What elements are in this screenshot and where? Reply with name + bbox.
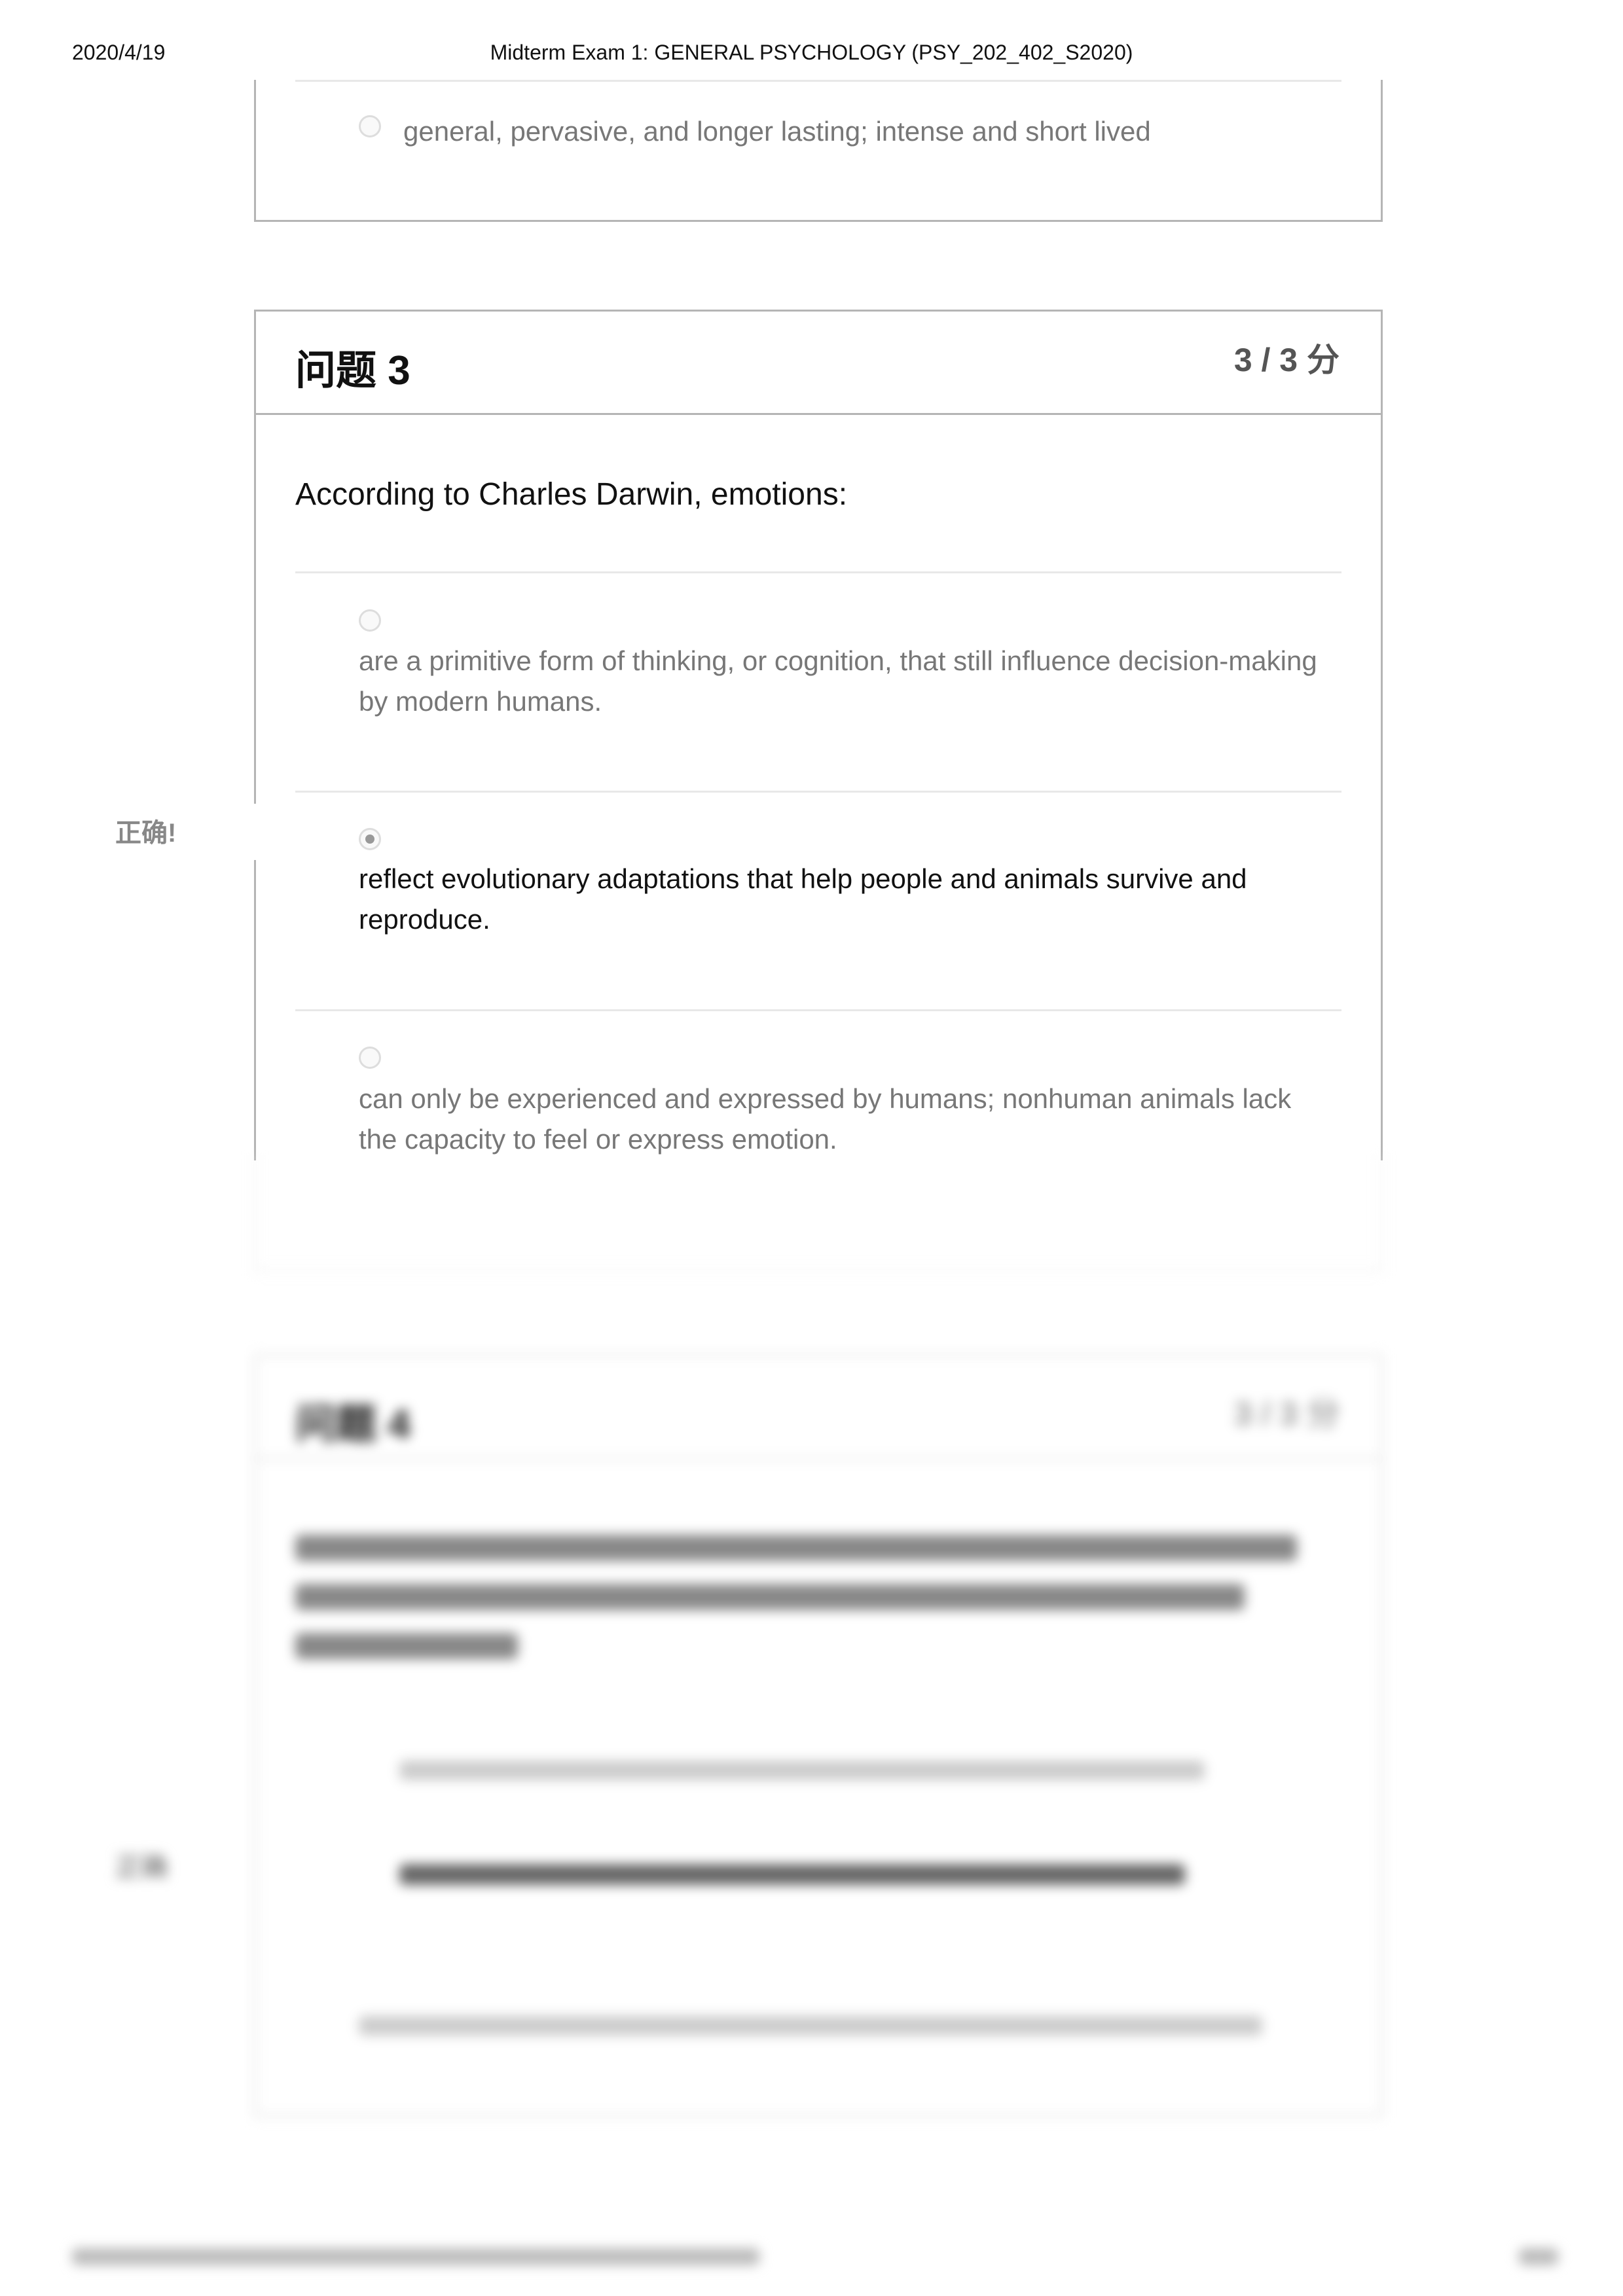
header-divider (256, 413, 1381, 415)
answer-option-correct: reflect evolutionary adaptations that he… (359, 863, 1247, 935)
correct-label: 正确! (115, 819, 177, 848)
question-score: 3 / 3 分 (1233, 1395, 1340, 1432)
divider (295, 1009, 1341, 1011)
header-divider (256, 1458, 1381, 1460)
question-text-line (295, 1584, 1245, 1610)
answer-option: can only be experienced and expressed by… (359, 1083, 1292, 1155)
answer-radio[interactable] (359, 609, 381, 632)
card-bottom-blurred (254, 1155, 1383, 1272)
question-text: According to Charles Darwin, emotions: (295, 477, 848, 512)
question-text-line (295, 1633, 518, 1659)
answer-radio[interactable] (359, 115, 381, 137)
footer-url (72, 2248, 759, 2265)
correct-label: 正确 (115, 1853, 168, 1882)
answer-option: general, pervasive, and longer lasting; … (403, 116, 1151, 147)
answer-radio[interactable] (359, 1047, 381, 1069)
answer-option (359, 2016, 1262, 2036)
question-score: 3 / 3 分 (1233, 342, 1340, 378)
border-gap (249, 804, 258, 860)
question-title: 问题 4 (295, 1402, 410, 1447)
answer-radio-selected[interactable] (359, 828, 381, 850)
question-4-card (254, 1354, 1383, 2117)
answer-option (399, 1761, 1205, 1780)
divider (295, 571, 1341, 573)
divider (295, 791, 1341, 793)
question-3-card (254, 310, 1383, 1160)
question-text-line (295, 1535, 1297, 1561)
page-number (1519, 2248, 1558, 2265)
answer-option-correct (399, 1864, 1185, 1885)
answer-option: are a primitive form of thinking, or cog… (359, 645, 1317, 717)
question-title: 问题 3 (295, 348, 410, 393)
divider (295, 80, 1341, 82)
page-title: Midterm Exam 1: GENERAL PSYCHOLOGY (PSY_… (490, 41, 1133, 64)
